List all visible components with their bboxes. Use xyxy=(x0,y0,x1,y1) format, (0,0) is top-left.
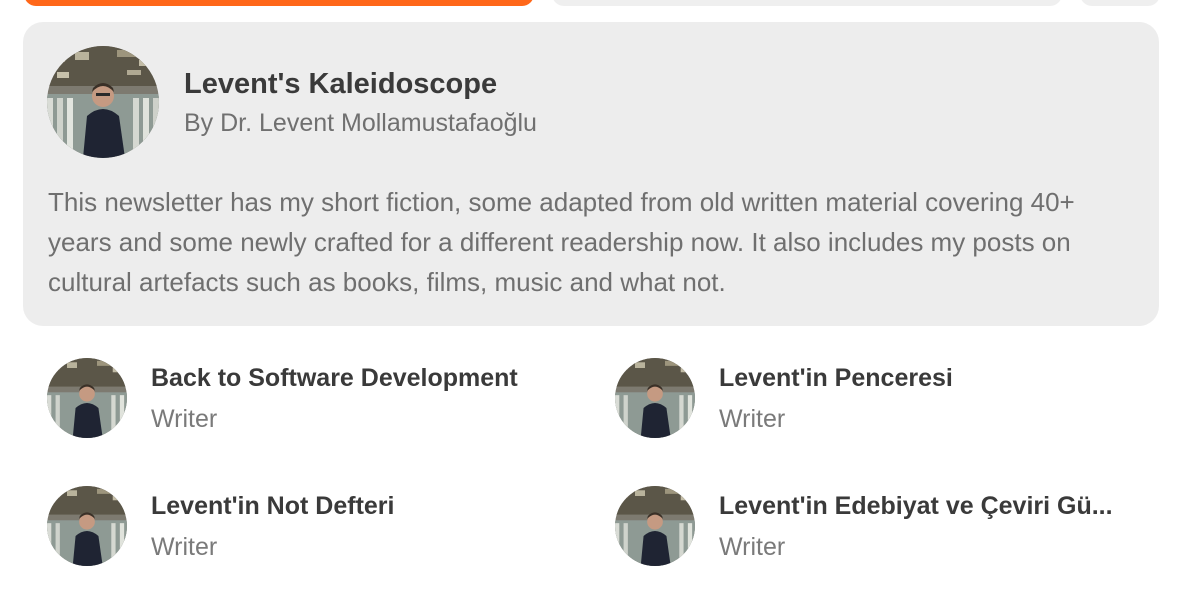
writer-item[interactable]: Levent'in Edebiyat ve Çeviri Gü... Write… xyxy=(615,486,1155,568)
publication-description: This newsletter has my short fiction, so… xyxy=(48,187,1075,297)
writer-item[interactable]: Levent'in Not Defteri Writer xyxy=(47,486,587,568)
writer-name[interactable]: Back to Software Development xyxy=(151,364,571,393)
writer-role: Writer xyxy=(719,405,786,433)
secondary-action-button[interactable] xyxy=(552,0,1062,6)
writer-role: Writer xyxy=(151,533,218,561)
writer-name[interactable]: Levent'in Penceresi xyxy=(719,364,1139,393)
writer-item[interactable]: Back to Software Development Writer xyxy=(47,358,587,440)
writer-avatar[interactable] xyxy=(47,486,127,566)
publication-card[interactable]: Levent's Kaleidoscope By Dr. Levent Moll… xyxy=(23,22,1159,326)
more-action-button[interactable] xyxy=(1080,0,1160,6)
writer-avatar[interactable] xyxy=(615,486,695,566)
writer-avatar[interactable] xyxy=(47,358,127,438)
publication-avatar[interactable] xyxy=(47,46,159,158)
writer-name[interactable]: Levent'in Not Defteri xyxy=(151,492,571,521)
publication-title[interactable]: Levent's Kaleidoscope xyxy=(184,68,497,101)
writer-role: Writer xyxy=(719,533,786,561)
writer-role: Writer xyxy=(151,405,218,433)
subscribe-button[interactable] xyxy=(24,0,534,6)
writer-item[interactable]: Levent'in Penceresi Writer xyxy=(615,358,1155,440)
writer-avatar[interactable] xyxy=(615,358,695,438)
writer-name[interactable]: Levent'in Edebiyat ve Çeviri Gü... xyxy=(719,492,1139,521)
publication-byline: By Dr. Levent Mollamustafaoğlu xyxy=(184,109,537,137)
